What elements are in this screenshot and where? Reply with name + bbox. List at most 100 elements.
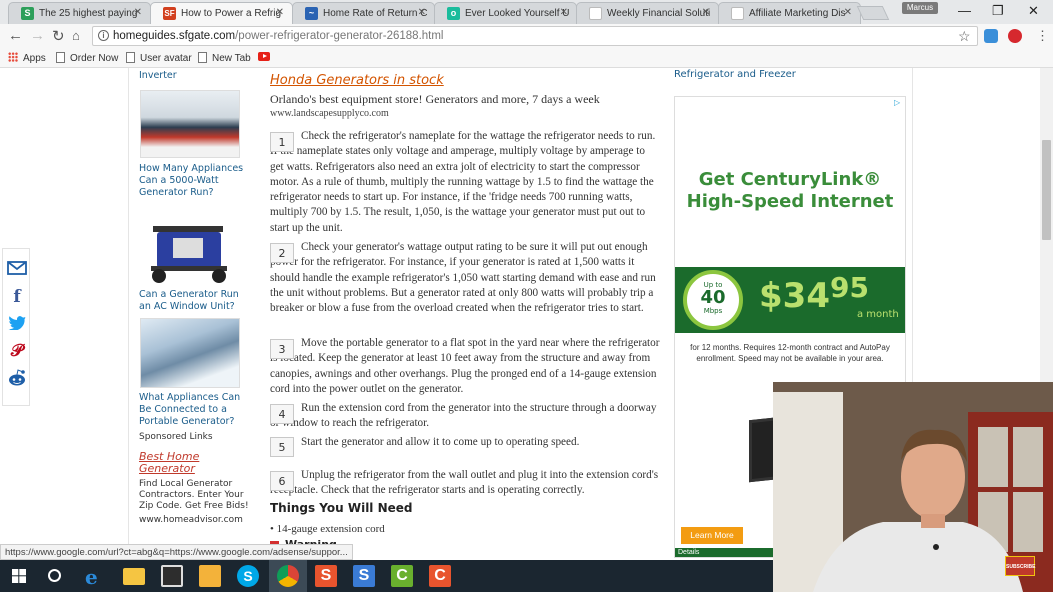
- related-link[interactable]: Inverter: [139, 70, 177, 82]
- file-explorer-icon[interactable]: [123, 568, 145, 585]
- related-link[interactable]: How Many Appliances Can a 5000-Watt Gene…: [139, 163, 251, 199]
- snowy-house-thumbnail[interactable]: [140, 318, 240, 388]
- forward-icon[interactable]: →: [30, 27, 45, 44]
- close-tab-icon[interactable]: ✕: [134, 7, 142, 18]
- bookmarks-bar: Apps Order Now User avatar New Tab: [0, 48, 1053, 68]
- page-icon: [198, 52, 207, 63]
- column-divider: [128, 68, 129, 560]
- page-favicon-icon: [731, 7, 744, 20]
- chrome-icon[interactable]: [277, 565, 299, 587]
- things-needed-heading: Things You Will Need: [270, 501, 413, 515]
- appliance-thumbnail[interactable]: [140, 90, 240, 158]
- scrollbar-thumb[interactable]: [1042, 140, 1051, 240]
- ad-headline: Get CenturyLink® High-Speed Internet: [686, 169, 894, 212]
- step-text: Move the portable generator to a flat sp…: [270, 337, 660, 395]
- email-share-icon[interactable]: [3, 261, 31, 280]
- pinterest-share-icon[interactable]: 𝒫: [3, 341, 31, 361]
- browser-tab[interactable]: Weekly Financial Soluti ✕: [576, 2, 719, 24]
- browser-tab[interactable]: Affiliate Marketing Dis ✕: [718, 2, 861, 24]
- tab-favicon-icon: SF: [163, 7, 176, 20]
- step-2: 2 Check your generator's wattage output …: [270, 240, 660, 316]
- close-tab-icon[interactable]: ✕: [702, 7, 710, 18]
- tab-title: How to Power a Refrig: [181, 8, 282, 19]
- ad-display-url[interactable]: www.landscapesupplyco.com: [270, 108, 389, 119]
- browser-tab[interactable]: S The 25 highest paying ✕: [8, 2, 151, 24]
- browser-toolbar: ← → ↻ ⌂ i homeguides.sfgate.com/power-re…: [0, 24, 1053, 48]
- subscribe-badge[interactable]: SUBSCRIBE: [1005, 556, 1035, 576]
- minimize-icon[interactable]: —: [958, 3, 971, 18]
- menu-kebab-icon[interactable]: ⋮: [1036, 28, 1049, 44]
- bookmark-star-icon[interactable]: ☆: [958, 28, 971, 45]
- close-tab-icon[interactable]: ✕: [276, 7, 284, 18]
- close-tab-icon[interactable]: ✕: [418, 7, 426, 18]
- step-text: Run the extension cord from the generato…: [270, 402, 657, 430]
- sponsored-ad-url[interactable]: www.homeadvisor.com: [139, 515, 243, 525]
- tab-strip: S The 25 highest paying ✕ SF How to Powe…: [0, 0, 1053, 24]
- youtube-bookmark-icon[interactable]: [258, 52, 270, 61]
- browser-tab[interactable]: ~ Home Rate of Return C ✕: [292, 2, 435, 24]
- speed-badge: Up to 40 Mbps: [683, 270, 743, 330]
- facebook-share-icon[interactable]: f: [3, 287, 31, 307]
- reddit-share-icon[interactable]: [3, 369, 31, 392]
- step-number: 1: [270, 132, 294, 152]
- ad-fine-print: for 12 months. Requires 12-month contrac…: [690, 343, 890, 363]
- bookmark-new-tab[interactable]: New Tab: [198, 52, 251, 64]
- browser-tab[interactable]: o Ever Looked Yourself U ✕: [434, 2, 577, 24]
- bookmark-apps[interactable]: Apps: [8, 52, 46, 64]
- maximize-icon[interactable]: ❐: [992, 3, 1004, 19]
- bookmark-user-avatar[interactable]: User avatar: [126, 52, 192, 64]
- sponsored-ad-title[interactable]: Best Home Generator: [139, 451, 239, 475]
- step-text: Unplug the refrigerator from the wall ou…: [270, 469, 659, 497]
- app-c-green-icon[interactable]: C: [391, 565, 413, 587]
- step-6: 6 Unplug the refrigerator from the wall …: [270, 468, 660, 499]
- page-icon: [126, 52, 135, 63]
- learn-more-button[interactable]: Learn More: [681, 527, 743, 544]
- search-icon[interactable]: [48, 569, 61, 582]
- step-5: 5 Start the generator and allow it to co…: [270, 435, 660, 457]
- step-4: 4 Run the extension cord from the genera…: [270, 401, 660, 432]
- home-icon[interactable]: ⌂: [72, 28, 80, 43]
- window-close-icon[interactable]: ✕: [1028, 3, 1039, 19]
- tab-title: Ever Looked Yourself U: [465, 8, 570, 19]
- apps-grid-icon: [8, 52, 18, 62]
- related-link[interactable]: What Appliances Can Be Connected to a Po…: [139, 392, 251, 428]
- new-tab-button[interactable]: [856, 6, 890, 20]
- page-icon: [56, 52, 65, 63]
- edge-icon[interactable]: e: [85, 565, 107, 589]
- twitter-share-icon[interactable]: [3, 315, 31, 335]
- close-tab-icon[interactable]: ✕: [844, 7, 852, 18]
- app-c-orange-icon[interactable]: C: [429, 565, 451, 587]
- close-tab-icon[interactable]: ✕: [560, 7, 568, 18]
- ad-description: Orlando's best equipment store! Generato…: [270, 92, 600, 106]
- details-link[interactable]: Details: [675, 548, 775, 557]
- step-number: 5: [270, 437, 294, 457]
- info-icon[interactable]: i: [98, 30, 109, 41]
- app-s-orange-icon[interactable]: S: [315, 565, 337, 587]
- pinterest-extension-icon[interactable]: [1008, 29, 1022, 43]
- step-1: 1 Check the refrigerator's nameplate for…: [270, 129, 660, 236]
- things-list-item: • 14-gauge extension cord: [270, 523, 385, 535]
- app-s-blue-icon[interactable]: S: [353, 565, 375, 587]
- ad-headline-link[interactable]: Honda Generators in stock: [270, 73, 444, 88]
- reload-icon[interactable]: ↻: [52, 27, 65, 45]
- extension-icon[interactable]: [984, 29, 998, 43]
- related-link[interactable]: Refrigerator and Freezer: [674, 69, 796, 80]
- profile-chip[interactable]: Marcus: [902, 2, 938, 14]
- sticky-notes-icon[interactable]: [199, 565, 221, 587]
- step-text: Check the refrigerator's nameplate for t…: [270, 130, 656, 234]
- related-link[interactable]: Can a Generator Run an AC Window Unit?: [139, 289, 251, 313]
- bookmark-order-now[interactable]: Order Now: [56, 52, 118, 64]
- store-icon[interactable]: [161, 565, 183, 587]
- address-bar[interactable]: i homeguides.sfgate.com/power-refrigerat…: [92, 26, 978, 46]
- status-bar-url: https://www.google.com/url?ct=abg&q=http…: [0, 544, 353, 560]
- browser-tab-active[interactable]: SF How to Power a Refrig ✕: [150, 2, 293, 24]
- adchoices-icon[interactable]: ▷: [894, 98, 903, 107]
- windows-start-icon[interactable]: [12, 569, 26, 583]
- sponsored-label: Sponsored Links: [139, 432, 213, 442]
- generator-thumbnail[interactable]: [143, 216, 235, 286]
- tab-title: The 25 highest paying: [39, 8, 138, 19]
- step-number: 2: [270, 243, 294, 263]
- skype-icon[interactable]: S: [237, 565, 259, 587]
- back-icon[interactable]: ←: [8, 27, 23, 44]
- webcam-overlay: SUBSCRIBE: [773, 382, 1053, 592]
